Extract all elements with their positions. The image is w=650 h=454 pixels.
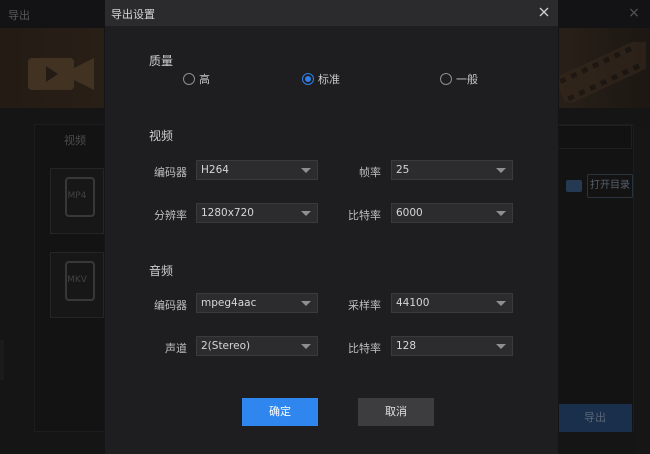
radio-icon bbox=[183, 73, 195, 85]
framerate-label: 帧率 bbox=[359, 166, 381, 179]
chevron-down-icon bbox=[496, 211, 506, 216]
dialog-title: 导出设置 bbox=[111, 8, 155, 21]
samplerate-select[interactable]: 44100 bbox=[391, 293, 513, 313]
audio-bitrate-select[interactable]: 128 bbox=[391, 336, 513, 356]
export-settings-dialog: 导出设置 质量 高 标准 一般 视频 编码器 H264 帧率 25 分辨率 12… bbox=[104, 0, 559, 454]
radio-icon bbox=[440, 73, 452, 85]
select-value: 44100 bbox=[396, 297, 430, 309]
video-encoder-label: 编码器 bbox=[154, 166, 187, 179]
select-value: 6000 bbox=[396, 207, 423, 219]
chevron-down-icon bbox=[301, 301, 311, 306]
select-value: H264 bbox=[201, 164, 229, 176]
quality-section-title: 质量 bbox=[149, 54, 174, 68]
select-value: 128 bbox=[396, 340, 417, 352]
cancel-button[interactable]: 取消 bbox=[358, 398, 434, 426]
select-value: 25 bbox=[396, 164, 410, 176]
channel-label: 声道 bbox=[165, 342, 187, 355]
audio-encoder-label: 编码器 bbox=[154, 299, 187, 312]
select-value: mpeg4aac bbox=[201, 297, 257, 309]
close-icon[interactable] bbox=[536, 4, 552, 20]
resolution-select[interactable]: 1280x720 bbox=[196, 203, 318, 223]
select-value: 1280x720 bbox=[201, 207, 254, 219]
video-section-title: 视频 bbox=[149, 129, 174, 143]
resolution-label: 分辨率 bbox=[154, 209, 187, 222]
framerate-select[interactable]: 25 bbox=[391, 160, 513, 180]
radio-label: 标准 bbox=[318, 73, 340, 86]
chevron-down-icon bbox=[496, 344, 506, 349]
radio-label: 一般 bbox=[456, 73, 478, 86]
confirm-button[interactable]: 确定 bbox=[242, 398, 318, 426]
video-bitrate-select[interactable]: 6000 bbox=[391, 203, 513, 223]
audio-encoder-select[interactable]: mpeg4aac bbox=[196, 293, 318, 313]
audio-section-title: 音频 bbox=[149, 264, 174, 278]
dialog-titlebar: 导出设置 bbox=[105, 0, 558, 26]
chevron-down-icon bbox=[496, 301, 506, 306]
select-value: 2(Stereo) bbox=[201, 340, 251, 352]
audio-bitrate-label: 比特率 bbox=[348, 342, 381, 355]
samplerate-label: 采样率 bbox=[348, 299, 381, 312]
radio-selected-icon bbox=[302, 73, 314, 85]
chevron-down-icon bbox=[301, 211, 311, 216]
quality-option-standard[interactable]: 标准 bbox=[302, 71, 340, 87]
chevron-down-icon bbox=[301, 168, 311, 173]
chevron-down-icon bbox=[301, 344, 311, 349]
video-bitrate-label: 比特率 bbox=[348, 209, 381, 222]
chevron-down-icon bbox=[496, 168, 506, 173]
video-encoder-select[interactable]: H264 bbox=[196, 160, 318, 180]
quality-option-normal[interactable]: 一般 bbox=[440, 71, 478, 87]
quality-option-high[interactable]: 高 bbox=[183, 71, 210, 87]
radio-label: 高 bbox=[199, 73, 210, 86]
channel-select[interactable]: 2(Stereo) bbox=[196, 336, 318, 356]
